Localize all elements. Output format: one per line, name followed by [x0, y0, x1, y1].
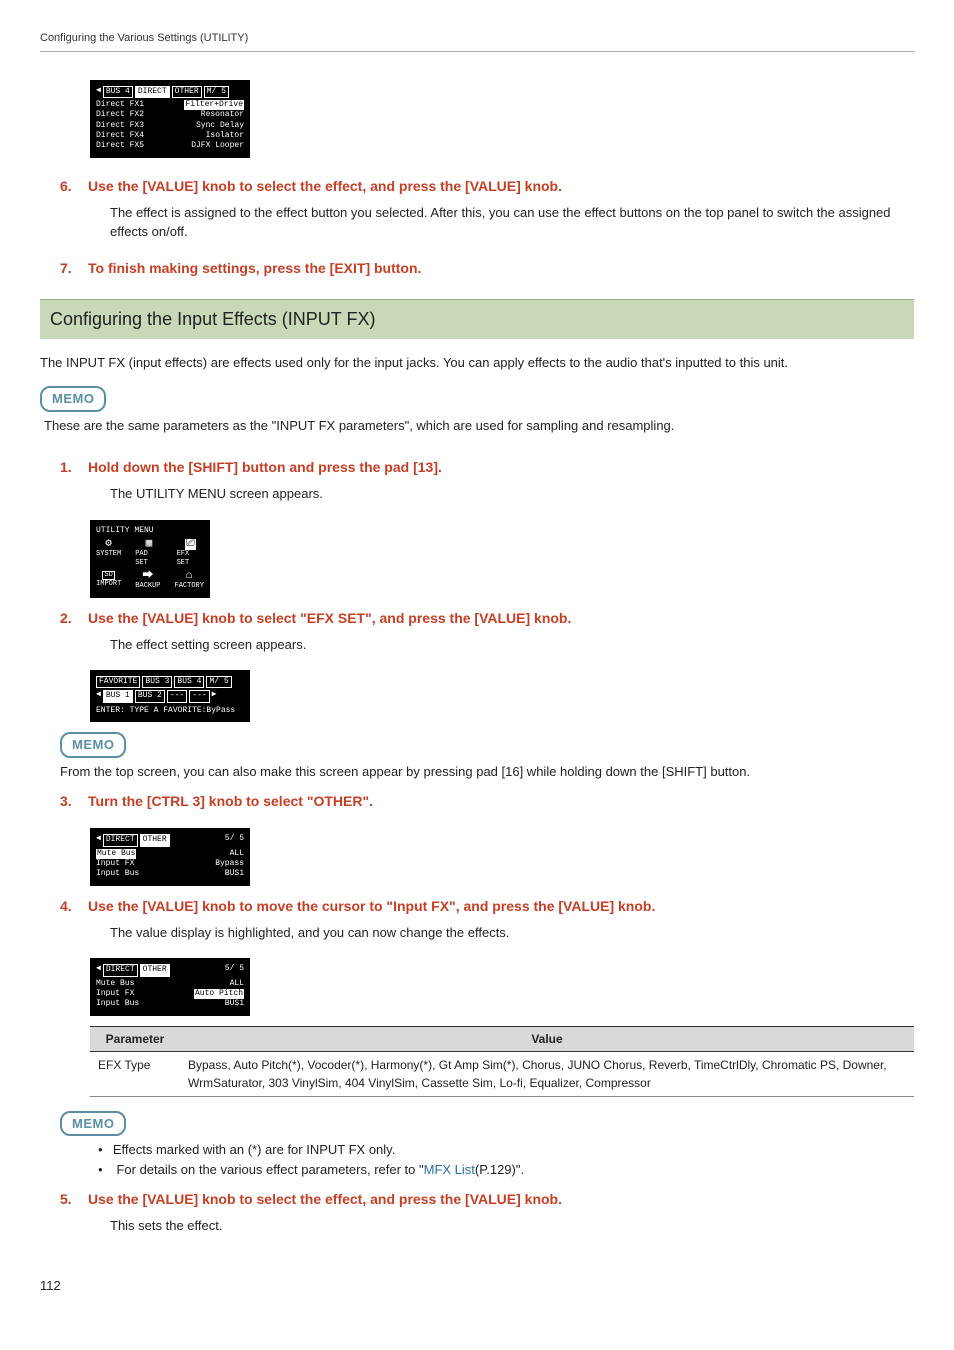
memo-label: MEMO: [60, 1111, 126, 1137]
memo-2: MEMO From the top screen, you can also m…: [60, 732, 914, 781]
memo-label: MEMO: [60, 732, 126, 758]
list-item: Effects marked with an (*) are for INPUT…: [98, 1140, 914, 1160]
table-row: EFX Type Bypass, Auto Pitch(*), Vocoder(…: [90, 1051, 914, 1096]
lcd-other-2: ◀ DIRECT OTHER 5/ 5 Mute BusALL Input FX…: [90, 958, 250, 1016]
lcd-direct-fx: ◀ BUS 4 DIRECT OTHER M/ 5 Direct FX1Filt…: [90, 80, 250, 158]
step-7: 7.To finish making settings, press the […: [60, 258, 914, 279]
page-number: 112: [40, 1276, 914, 1296]
memo-label: MEMO: [40, 386, 106, 412]
step-5: 5.Use the [VALUE] knob to select the eff…: [60, 1189, 914, 1236]
parameter-table: Parameter Value EFX Type Bypass, Auto Pi…: [90, 1026, 914, 1097]
memo-3: MEMO Effects marked with an (*) are for …: [60, 1111, 914, 1180]
step-2: 2.Use the [VALUE] knob to select "EFX SE…: [60, 608, 914, 655]
list-item: For details on the various effect parame…: [98, 1160, 914, 1180]
table-header-parameter: Parameter: [90, 1026, 180, 1051]
step-6: 6.Use the [VALUE] knob to select the eff…: [60, 176, 914, 242]
section-title: Configuring the Input Effects (INPUT FX): [40, 299, 914, 339]
table-header-value: Value: [180, 1026, 914, 1051]
lcd-utility-menu: UTILITY MENU ⚙SYSTEM ▦PAD SET ⎚EFX SET S…: [90, 520, 210, 598]
intro-text: The INPUT FX (input effects) are effects…: [40, 353, 914, 373]
step-1: 1.Hold down the [SHIFT] button and press…: [60, 457, 914, 504]
lcd-efx-set: FAVORITE BUS 3 BUS 4 M/ 5 ◀ BUS 1 BUS 2 …: [90, 670, 250, 722]
lcd-other-1: ◀ DIRECT OTHER 5/ 5 Mute BusALL Input FX…: [90, 828, 250, 886]
step-4: 4.Use the [VALUE] knob to move the curso…: [60, 896, 914, 943]
step-3: 3.Turn the [CTRL 3] knob to select "OTHE…: [60, 791, 914, 812]
memo-1: MEMO These are the same parameters as th…: [40, 386, 914, 435]
mfx-list-link[interactable]: MFX List: [424, 1162, 475, 1177]
running-header: Configuring the Various Settings (UTILIT…: [40, 30, 914, 52]
